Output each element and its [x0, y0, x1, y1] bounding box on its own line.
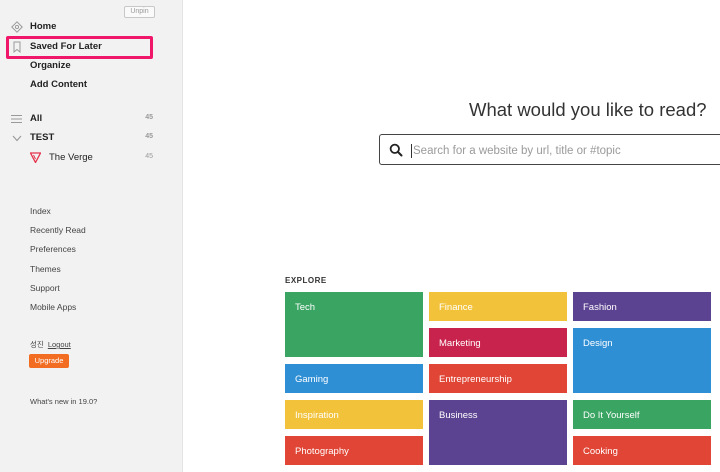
tile-inspiration[interactable]: Inspiration [285, 400, 423, 429]
link-recently-read[interactable]: Recently Read [30, 225, 86, 235]
verge-logo-icon [29, 152, 42, 166]
feed-test-label: TEST [30, 132, 55, 143]
nav-add-content-label: Add Content [30, 79, 87, 90]
tile-tech[interactable]: Tech [285, 292, 423, 357]
main-content: What would you like to read? EXPLORE Tec… [184, 0, 720, 472]
text-caret [411, 144, 412, 158]
sidebar: Unpin Home Saved For Later Organize Add … [0, 0, 183, 472]
link-themes[interactable]: Themes [30, 264, 61, 274]
chevron-down-icon[interactable] [12, 134, 22, 145]
feed-the-verge[interactable]: The Verge 45 [0, 149, 183, 167]
tile-cooking[interactable]: Cooking [573, 436, 711, 465]
tile-label: Inspiration [295, 410, 339, 421]
feed-all-count: 45 [145, 114, 153, 121]
user-name: 성진 [30, 340, 44, 349]
nav-home-label: Home [30, 21, 57, 32]
nav-organize-label: Organize [30, 60, 71, 71]
tile-fashion[interactable]: Fashion [573, 292, 711, 321]
tile-label: Marketing [439, 338, 481, 349]
list-icon [11, 114, 22, 127]
search-icon [389, 143, 403, 157]
feed-test-count: 45 [145, 133, 153, 140]
logout-link[interactable]: Logout [48, 340, 71, 349]
nav-home[interactable]: Home [0, 18, 183, 36]
tile-label: Gaming [295, 374, 329, 385]
upgrade-button[interactable]: Upgrade [29, 354, 69, 368]
tile-label: Design [583, 338, 613, 349]
tile-marketing[interactable]: Marketing [429, 328, 567, 357]
user-line: 성진 Logout [30, 339, 71, 350]
explore-heading: EXPLORE [285, 276, 327, 285]
tile-label: Do It Yourself [583, 410, 640, 421]
tile-label: Photography [295, 446, 349, 457]
tile-entrepreneurship[interactable]: Entrepreneurship [429, 364, 567, 393]
home-icon [11, 21, 23, 33]
nav-organize[interactable]: Organize [0, 57, 183, 75]
link-support[interactable]: Support [30, 283, 60, 293]
tile-label: Business [439, 410, 478, 421]
feed-all[interactable]: All 45 [0, 110, 183, 128]
page-headline: What would you like to read? [469, 99, 707, 120]
tile-design[interactable]: Design [573, 328, 711, 393]
feed-verge-label: The Verge [49, 152, 93, 163]
feed-test[interactable]: TEST 45 [0, 129, 183, 147]
nav-add-content[interactable]: Add Content [0, 76, 183, 94]
app-window: Unpin Home Saved For Later Organize Add … [0, 0, 720, 472]
tile-photography[interactable]: Photography [285, 436, 423, 465]
tile-label: Entrepreneurship [439, 374, 512, 385]
link-mobile-apps[interactable]: Mobile Apps [30, 302, 76, 312]
link-preferences[interactable]: Preferences [30, 244, 76, 254]
highlight-annotation [6, 36, 153, 59]
tile-finance[interactable]: Finance [429, 292, 567, 321]
tile-label: Fashion [583, 302, 617, 313]
tile-label: Finance [439, 302, 473, 313]
search-input[interactable] [413, 141, 713, 160]
tile-business[interactable]: Business [429, 400, 567, 465]
feed-all-label: All [30, 113, 43, 124]
tile-label: Tech [295, 302, 316, 313]
tile-gaming[interactable]: Gaming [285, 364, 423, 393]
tile-label: Cooking [583, 446, 618, 457]
whats-new-link[interactable]: What's new in 19.0? [30, 397, 97, 406]
unpin-button[interactable]: Unpin [124, 6, 155, 18]
search-box[interactable] [379, 134, 720, 165]
tile-do-it-yourself[interactable]: Do It Yourself [573, 400, 711, 429]
feed-verge-count: 45 [145, 153, 153, 160]
link-index[interactable]: Index [30, 206, 51, 216]
